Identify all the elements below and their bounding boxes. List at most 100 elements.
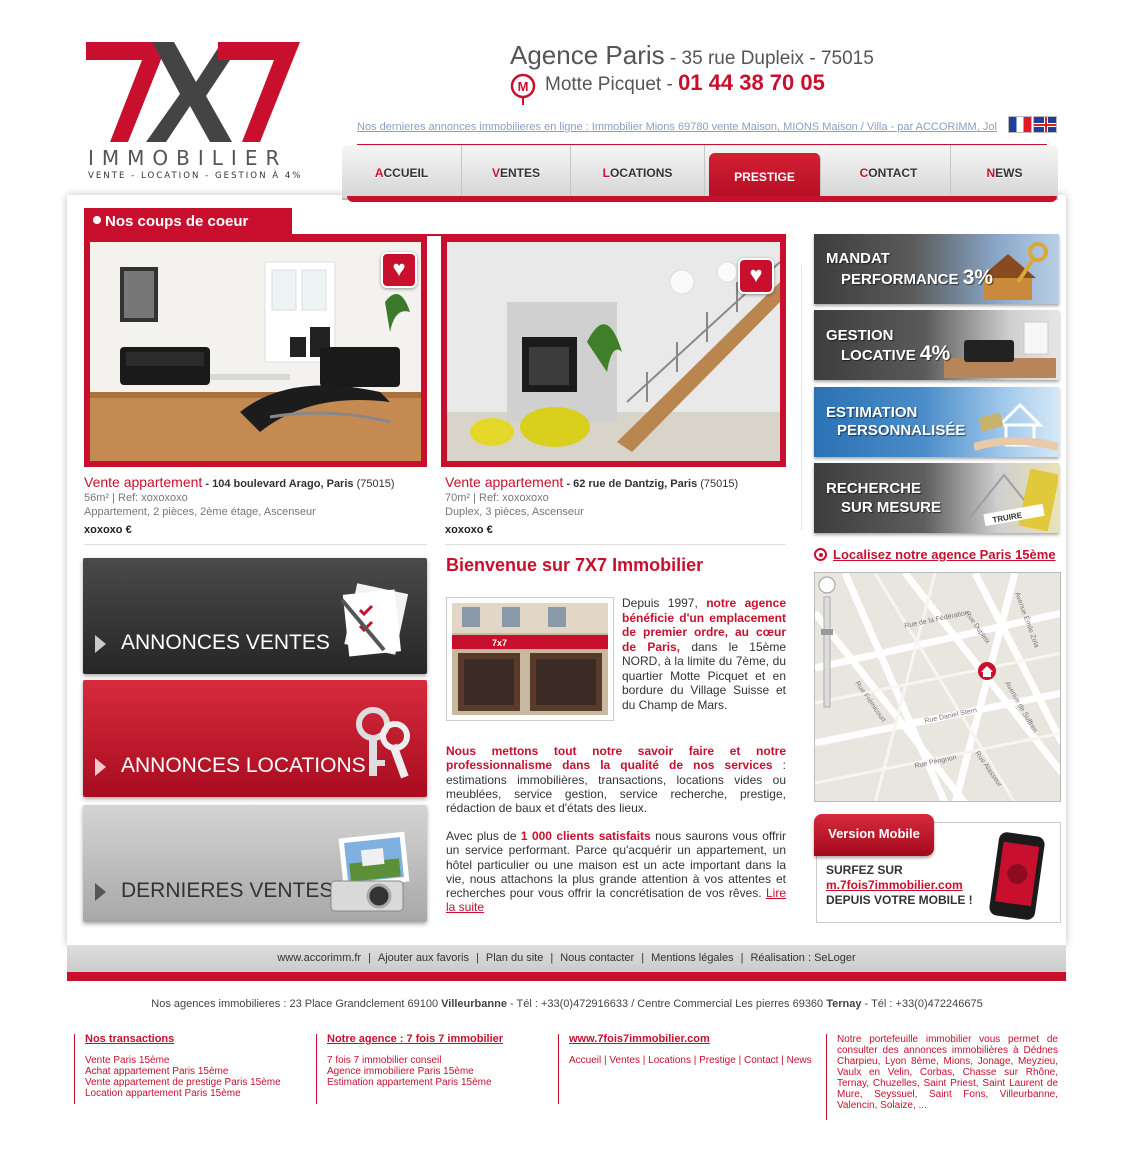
footer-link-news[interactable]: News [787, 1055, 812, 1066]
pipe-separator: | [550, 952, 554, 964]
smartphone-icon [989, 832, 1045, 920]
text: Nos agences immobilieres : 23 Place Gran… [151, 998, 442, 1010]
agency-info: Agence Paris - 35 rue Dupleix - 75015 M … [510, 40, 990, 105]
footer-col-portfolio: Notre portefeuille immobilier vous perme… [826, 1034, 1058, 1120]
listing-price: xoxoxo € [445, 524, 493, 536]
listing-postcode: (75015) [353, 478, 395, 490]
arrow-icon [95, 635, 106, 653]
footer-col-site: www.7fois7immobilier.com Accueil | Vente… [558, 1034, 820, 1104]
french-flag-icon[interactable] [1008, 116, 1032, 133]
listing-address: - 104 boulevard Arago, Paris [202, 478, 354, 490]
nav-item-accueil[interactable]: A CCUEIL [342, 145, 462, 200]
listing-1[interactable]: Vente appartement - 104 boulevard Arago,… [84, 475, 427, 537]
footer-link-ventes[interactable]: Ventes [609, 1055, 640, 1066]
nav-item-news[interactable]: N EWS [951, 145, 1058, 200]
nav-item-prestige[interactable]: PRESTIGE [709, 153, 821, 200]
footer-link-accueil[interactable]: Accueil [569, 1055, 601, 1066]
favorite-heart-icon[interactable]: ♥ [738, 258, 774, 294]
listing-details: Duplex, 3 pièces, Ascenseur [445, 506, 584, 518]
banner-line-1: MANDAT [826, 250, 890, 267]
banner-line-1: GESTION [826, 327, 894, 344]
agencies-info: Nos agences immobilieres : 23 Place Gran… [0, 998, 1134, 1010]
estimation-banner[interactable]: ESTIMATION PERSONNALISÉE [814, 387, 1059, 457]
keys-icon [356, 707, 410, 779]
footer-link[interactable]: Location appartement Paris 15ème [85, 1088, 304, 1099]
footer-link-accorimm[interactable]: www.accorimm.fr [277, 952, 361, 964]
listing-surface-ref: 70m² | Ref: xoxoxoxo [445, 492, 549, 504]
agency-line-1: Agence Paris - 35 rue Dupleix - 75015 [510, 40, 990, 71]
localisez-link[interactable]: Localisez notre agence Paris 15ème [814, 547, 1056, 562]
footer-link-contact[interactable]: Nous contacter [560, 952, 634, 964]
mobile-url-link[interactable]: m.7fois7immobilier.com [826, 878, 996, 893]
coups-title: Nos coups de coeur [105, 213, 249, 230]
banner-percent: 4% [919, 342, 951, 365]
footer-red-band [67, 972, 1066, 981]
agency-map[interactable]: Rue Dupleix Rue de la Fédération Avenue … [814, 572, 1061, 802]
version-mobile-tab[interactable]: Version Mobile [814, 814, 934, 856]
metro-station: Motte Picquet [545, 74, 662, 95]
footer-link[interactable]: Vente Paris 15ème [85, 1055, 304, 1066]
nav-initial: N [986, 165, 996, 180]
dernieres-ventes-button[interactable]: DERNIERES VENTES [83, 805, 427, 922]
agency-storefront-photo: 7x7 [446, 597, 614, 721]
footer-link[interactable]: Vente appartement de prestige Paris 15èm… [85, 1077, 304, 1088]
latest-listings-ticker[interactable]: Nos dernieres annonces immobilieres en l… [357, 121, 997, 133]
divider [84, 544, 427, 545]
footer-link-locations[interactable]: Locations [648, 1055, 691, 1066]
footer-link-realisation[interactable]: Réalisation : SeLoger [750, 952, 855, 964]
mobile-promo-text: SURFEZ SUR m.7fois7immobilier.com DEPUIS… [826, 863, 996, 908]
listing-price: xoxoxo € [84, 524, 132, 536]
footer-link-contact[interactable]: Contact [744, 1055, 778, 1066]
button-label: ANNONCES LOCATIONS [121, 754, 366, 777]
nav-item-locations[interactable]: L OCATIONS [571, 145, 705, 200]
nav-initial: C [859, 165, 869, 180]
nav-label: PRESTIGE [734, 169, 795, 184]
recherche-banner[interactable]: TRUIRE RECHERCHE SUR MESURE [814, 463, 1059, 533]
footer-link-plan[interactable]: Plan du site [486, 952, 543, 964]
nav-item-ventes[interactable]: V ENTES [462, 145, 571, 200]
footer-link-favoris[interactable]: Ajouter aux favoris [378, 952, 469, 964]
listing-title[interactable]: Vente appartement - 62 rue de Dantzig, P… [445, 475, 788, 491]
living-room-image [90, 242, 421, 461]
footer-col-title[interactable]: Notre agence : 7 fois 7 immobilier [327, 1034, 546, 1045]
footer-link-prestige[interactable]: Prestige [699, 1055, 736, 1066]
column-divider [801, 265, 802, 530]
agency-location-marker[interactable] [978, 662, 996, 680]
annonces-ventes-button[interactable]: ANNONCES VENTES [83, 558, 427, 674]
listing-photo-2[interactable]: ♥ [441, 236, 786, 467]
footer-link-mentions[interactable]: Mentions légales [651, 952, 734, 964]
agency-phone[interactable]: 01 44 38 70 05 [678, 70, 825, 95]
footer-col-title[interactable]: www.7fois7immobilier.com [569, 1034, 820, 1045]
footer-link[interactable]: Estimation appartement Paris 15ème [327, 1077, 546, 1088]
logo-tagline: VENTE - LOCATION - GESTION À 4% [88, 171, 303, 181]
pipe-separator: | [641, 952, 645, 964]
nav-initial: A [374, 165, 384, 180]
footer-link[interactable]: 7 fois 7 immobilier conseil [327, 1055, 546, 1066]
listing-photo-1[interactable]: ♥ [84, 236, 427, 467]
street-map: Rue Dupleix Rue de la Fédération Avenue … [815, 573, 1060, 801]
footer-links-bar: www.accorimm.fr | Ajouter aux favoris | Plan… [67, 945, 1066, 972]
logo[interactable]: IMMOBILIER VENTE - LOCATION - GESTION À … [82, 38, 312, 188]
footer-link[interactable]: Achat appartement Paris 15ème [85, 1066, 304, 1077]
listing-title[interactable]: Vente appartement - 104 boulevard Arago,… [84, 475, 427, 491]
listing-address: - 62 rue de Dantzig, Paris [563, 478, 698, 490]
footer-col-transactions: Nos transactions Vente Paris 15ème Achat… [74, 1034, 304, 1104]
nav-item-contact[interactable]: C ONTACT [827, 145, 951, 200]
footer-link[interactable]: Agence immobiliere Paris 15ème [327, 1066, 546, 1077]
gestion-locative-banner[interactable]: GESTION LOCATIVE 4% [814, 310, 1059, 380]
annonces-locations-button[interactable]: ANNONCES LOCATIONS [83, 680, 427, 797]
button-label: ANNONCES VENTES [121, 631, 330, 654]
button-label: DERNIERES VENTES [121, 879, 334, 902]
listing-2[interactable]: Vente appartement - 62 rue de Dantzig, P… [445, 475, 788, 537]
english-flag-icon[interactable] [1033, 116, 1057, 133]
footer-col-title[interactable]: Nos transactions [85, 1034, 304, 1045]
mobile-line-1: SURFEZ SUR [826, 863, 903, 877]
storefront-image: 7x7 [452, 603, 608, 715]
logo-word: IMMOBILIER [88, 146, 288, 170]
favorite-heart-icon[interactable]: ♥ [381, 252, 417, 288]
mandat-performance-banner[interactable]: MANDAT PERFORMANCE 3% [814, 234, 1059, 304]
city-ternay: Ternay [826, 998, 862, 1010]
listing-type: Vente appartement [84, 474, 203, 490]
agency-line-2: Motte Picquet - 01 44 38 70 05 [545, 70, 825, 96]
arrow-icon [95, 883, 106, 901]
